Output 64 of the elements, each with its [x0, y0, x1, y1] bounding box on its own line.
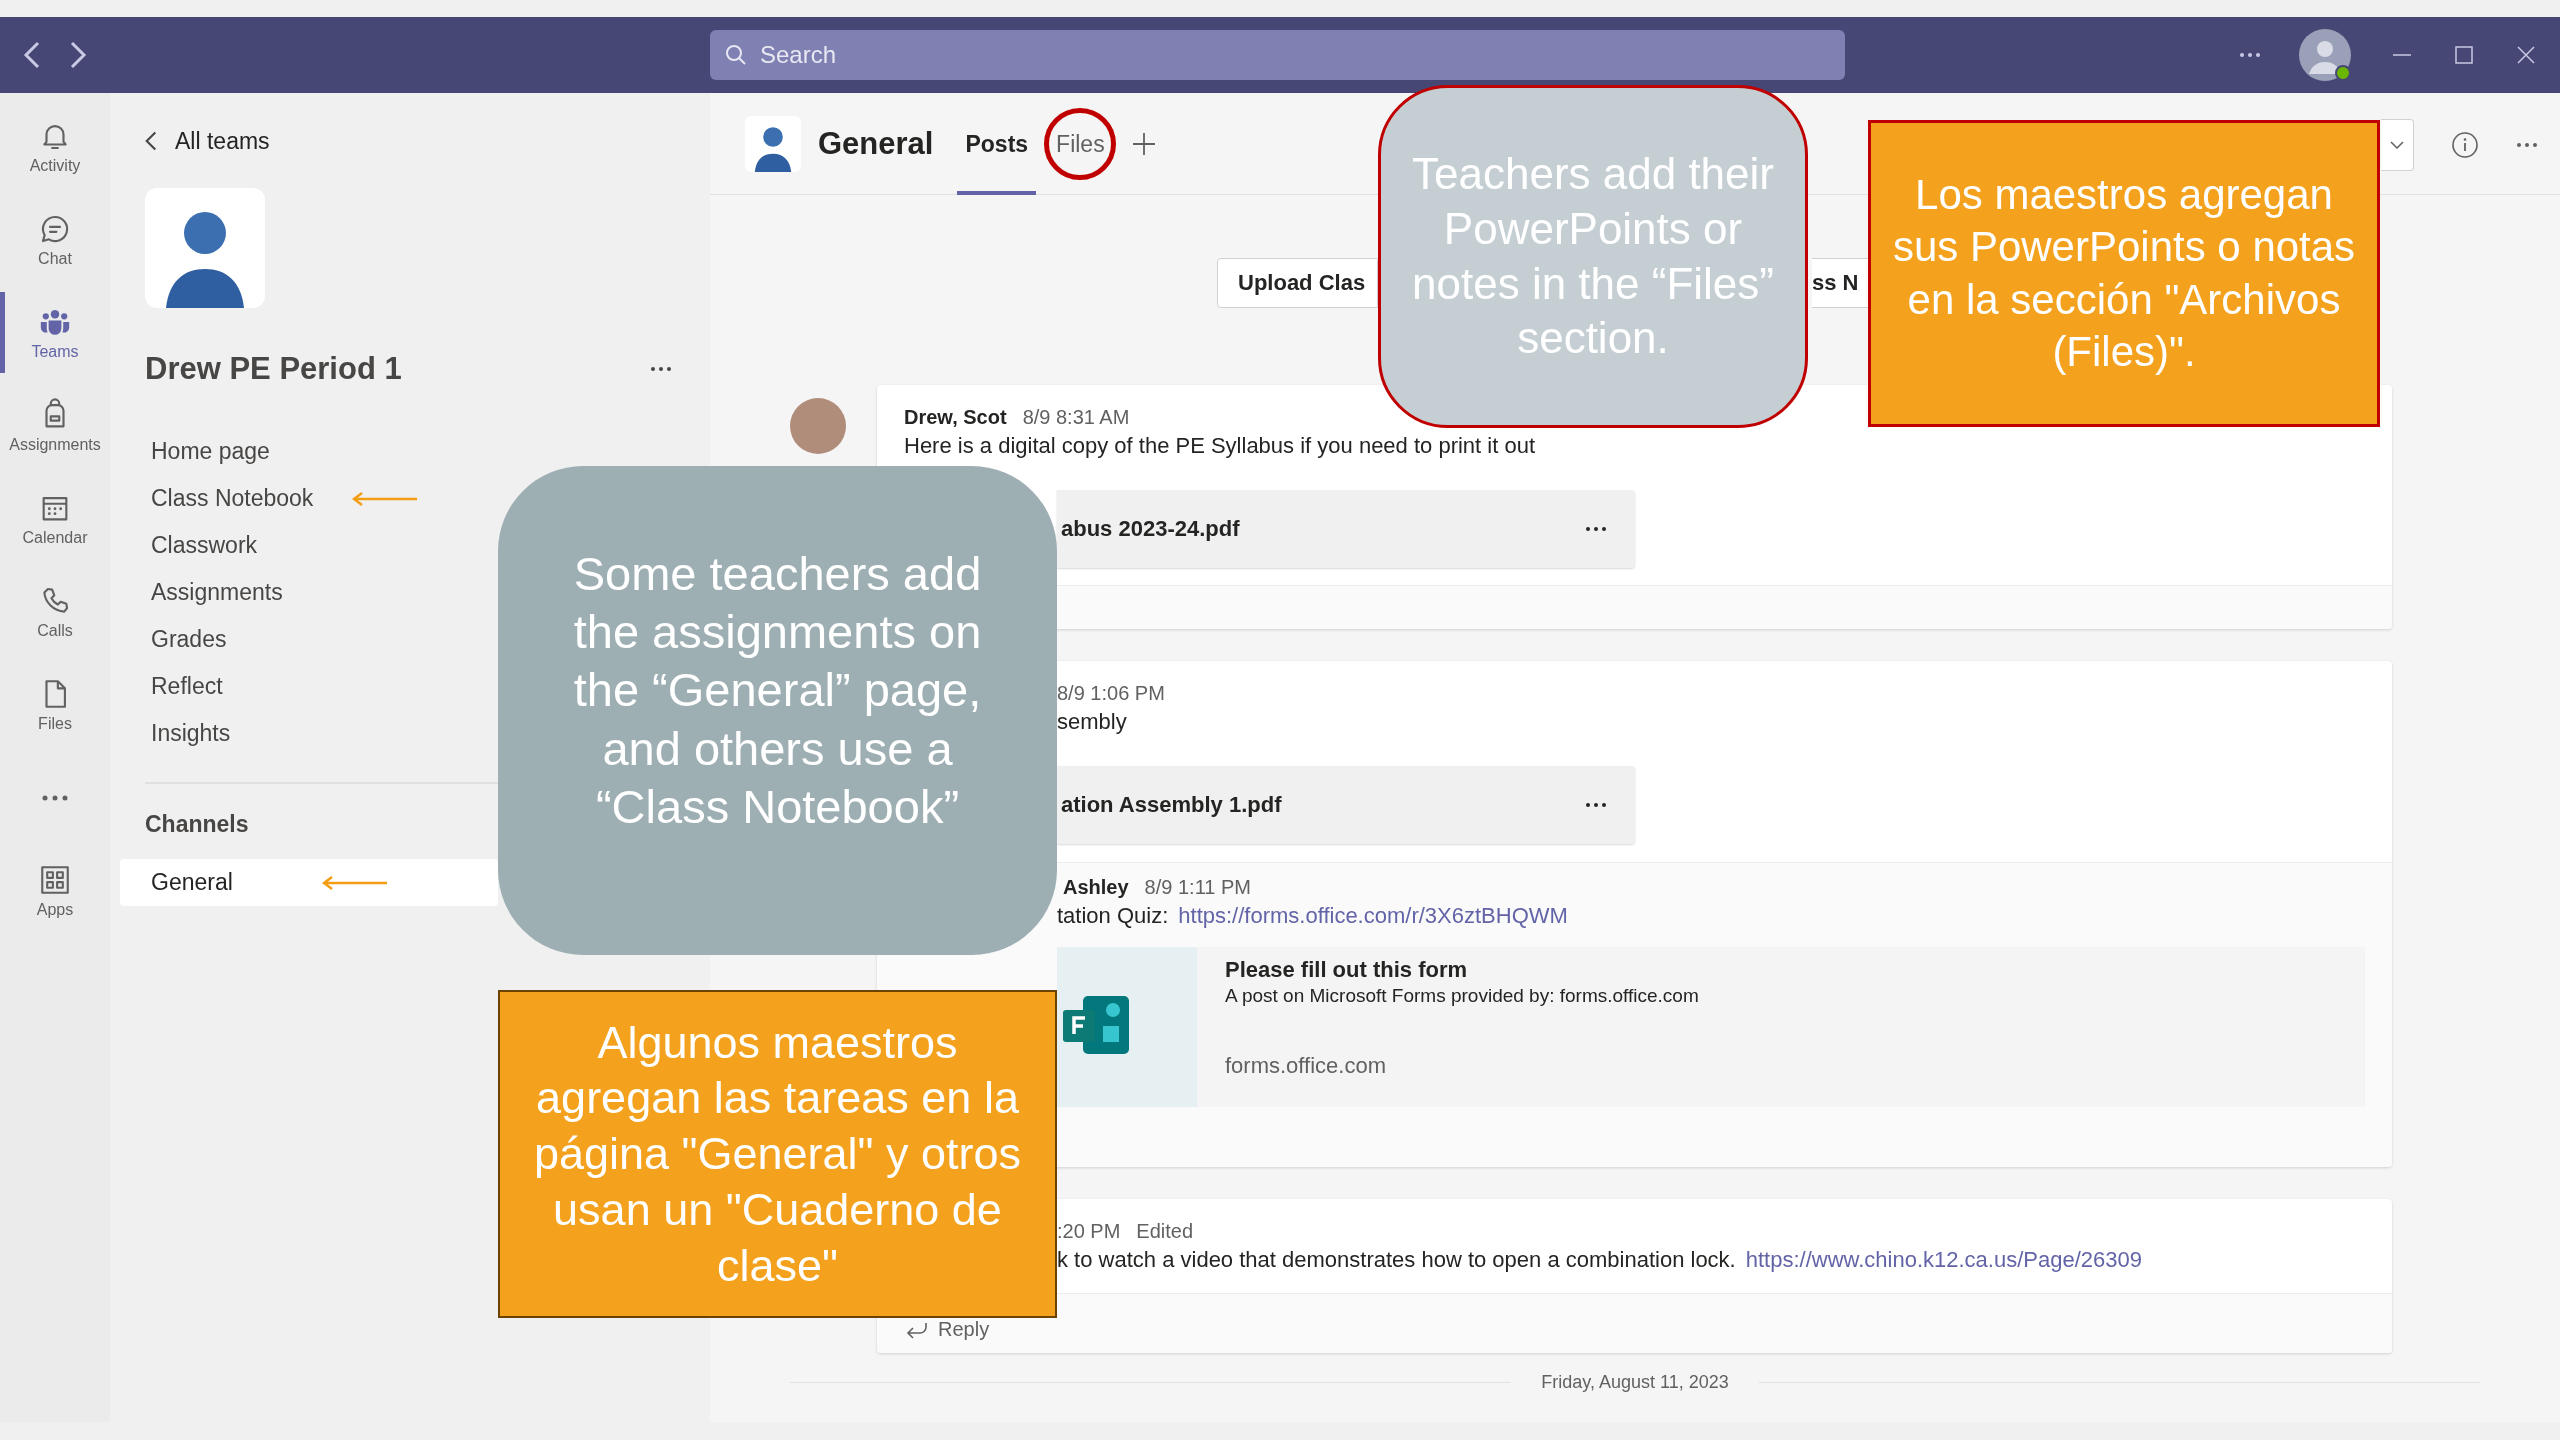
- channel-item[interactable]: General: [120, 859, 498, 906]
- toolbar-button[interactable]: ss N: [1812, 258, 1868, 308]
- rail-item[interactable]: Apps: [0, 844, 110, 937]
- message-text: Here is a digital copy of the PE Syllabus if you need to print it out: [904, 432, 1536, 460]
- message-text: tation Quiz:: [1057, 902, 1169, 930]
- file-attachment[interactable]: ation Assembly 1.pdf: [1057, 766, 1635, 844]
- search-field[interactable]: Search: [710, 30, 1845, 80]
- timestamp: 8/9 8:31 AM: [1022, 405, 1130, 429]
- timestamp: 8/9 1:06 PM: [1057, 681, 1165, 705]
- channel-name: General: [818, 125, 934, 162]
- nav-item[interactable]: Insights: [110, 710, 241, 757]
- edited-label: Edited: [1136, 1219, 1194, 1243]
- nav-item[interactable]: Assignments: [110, 569, 293, 616]
- message-text: sembly: [1057, 708, 1127, 736]
- search-icon: [724, 43, 748, 67]
- nav-item[interactable]: Grades: [110, 616, 237, 663]
- author-avatar: [790, 398, 846, 454]
- arrow: [322, 876, 388, 890]
- link[interactable]: https://www.chino.k12.ca.us/Page/26309: [1745, 1245, 2142, 1275]
- back-icon[interactable]: [145, 131, 157, 151]
- nav-item[interactable]: Class Notebook: [110, 475, 324, 522]
- preview-domain: forms.office.com: [1225, 1053, 1387, 1079]
- link[interactable]: https://forms.office.com/r/3X6ztBHQWM: [1178, 901, 1568, 931]
- rail-item[interactable]: Assignments: [0, 379, 110, 472]
- more-icon[interactable]: [1585, 802, 1607, 808]
- back-icon[interactable]: [22, 41, 42, 69]
- annotation-callout: Algunos maestros agregan las tareas en la página "General" y otros usan un "Cuaderno de clase": [498, 990, 1057, 1318]
- info-icon[interactable]: [2450, 130, 2480, 160]
- add-tab-icon[interactable]: [1130, 130, 1157, 157]
- date-divider: Friday, August 11, 2023: [1540, 1371, 1730, 1393]
- channel-avatar: [745, 115, 801, 172]
- reply-arrow-icon: [904, 1320, 928, 1339]
- author-name: Ashley: [1063, 875, 1129, 899]
- preview-title: Please fill out this form: [1225, 957, 1469, 984]
- message-text: k to watch a video that demonstrates how to open a combination lock.: [1057, 1246, 1736, 1274]
- back-link[interactable]: All teams: [175, 127, 270, 155]
- annotation-callout: Some teachers add the assignments on the “General” page, and others use a “Class Notebook”: [498, 466, 1057, 955]
- more-icon[interactable]: [1585, 526, 1607, 532]
- nav-item[interactable]: Classwork: [110, 522, 268, 569]
- rail-item[interactable]: Calendar: [0, 472, 110, 565]
- more-icon[interactable]: [650, 366, 672, 372]
- author-name: Drew, Scot: [904, 405, 1007, 429]
- toolbar-button[interactable]: Upload Clas: [1217, 258, 1378, 308]
- team-name: Drew PE Period 1: [145, 351, 402, 387]
- link-preview-card[interactable]: Please fill out this form A post on Microsoft Forms provided by: forms.office.com forms.office.com: [1057, 947, 2365, 1107]
- timestamp: 8/9 1:11 PM: [1144, 875, 1251, 899]
- nav-item[interactable]: Reflect: [110, 663, 233, 710]
- file-attachment[interactable]: abus 2023-24.pdf: [1057, 490, 1635, 568]
- user-avatar[interactable]: [2299, 28, 2352, 82]
- reply-button[interactable]: Reply: [904, 1318, 990, 1341]
- timestamp: :20 PM: [1057, 1219, 1121, 1243]
- forward-icon[interactable]: [68, 41, 88, 69]
- rail-item[interactable]: Chat: [0, 193, 110, 286]
- annotation-callout: Los maestros agregan sus PowerPoints o notas en la sección "Archivos (Files)".: [1868, 120, 2380, 427]
- tab[interactable]: Posts: [957, 93, 1037, 195]
- annotation-callout: Teachers add their PowerPoints or notes in the “Files” section.: [1378, 85, 1808, 428]
- preview-description: A post on Microsoft Forms provided by: forms.office.com: [1225, 985, 1699, 1008]
- rail-item[interactable]: Calls: [0, 565, 110, 658]
- chevron-down-icon: [2390, 141, 2404, 149]
- rail-item[interactable]: Activity: [0, 100, 110, 193]
- rail-item[interactable]: Teams: [0, 286, 110, 379]
- maximize-icon[interactable]: [2452, 43, 2476, 67]
- nav-item[interactable]: Home page: [110, 428, 280, 475]
- rail-item[interactable]: Files: [0, 658, 110, 751]
